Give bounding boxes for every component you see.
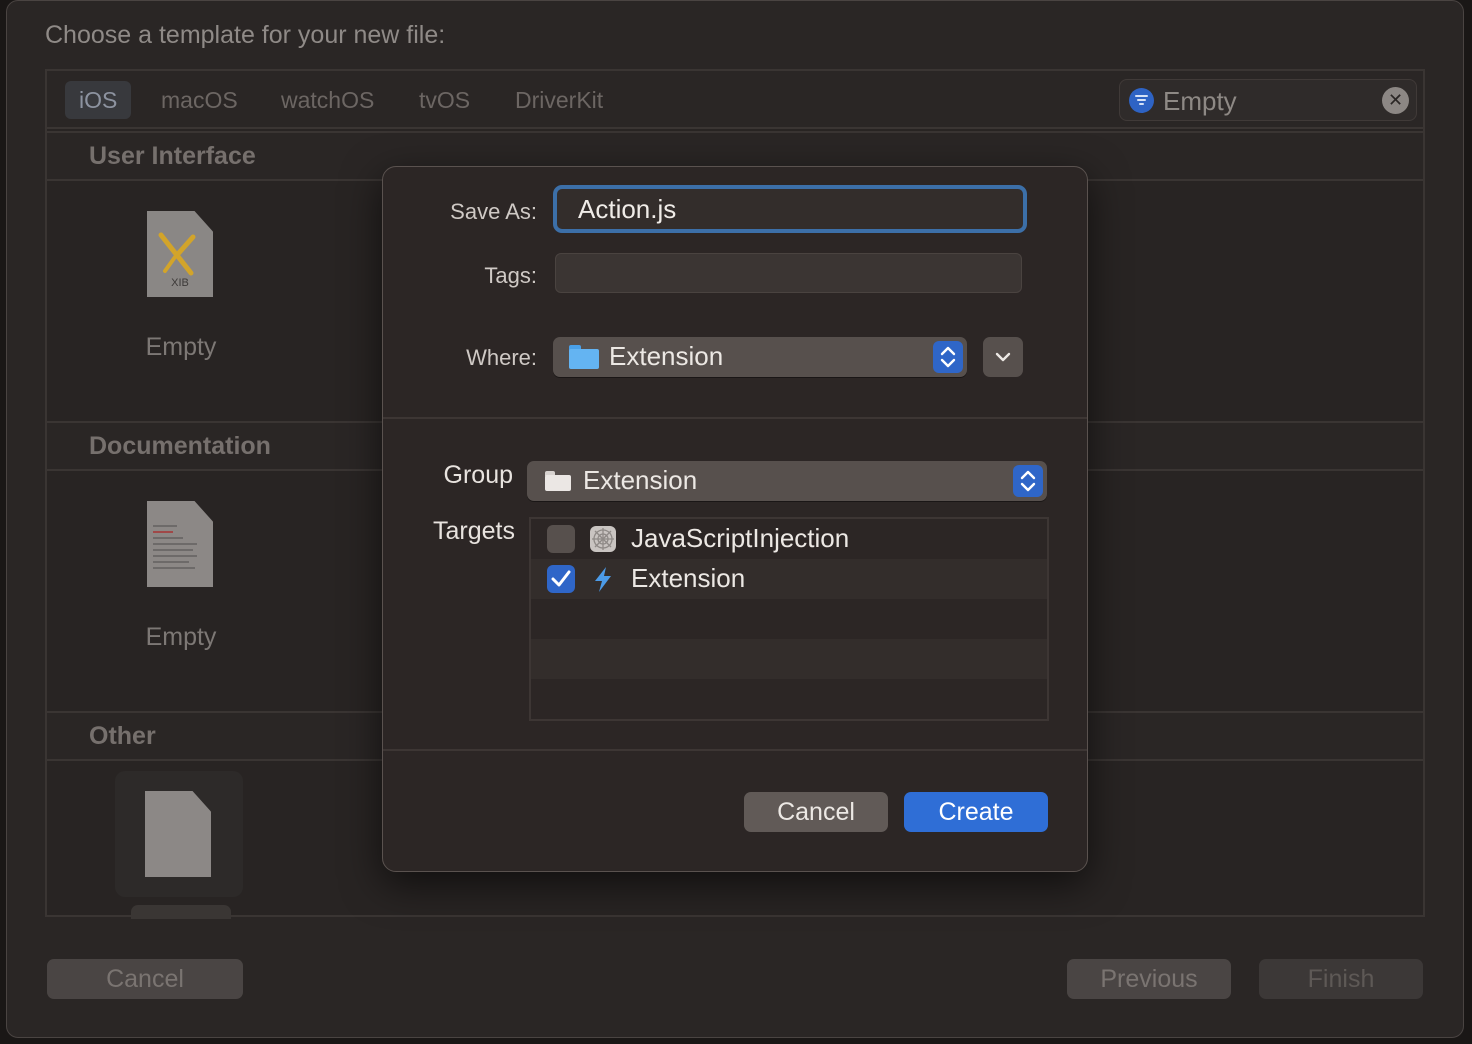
tab-macos[interactable]: macOS: [147, 81, 252, 119]
xib-file-icon: XIB: [147, 211, 213, 297]
empty-row: [531, 599, 1047, 639]
tab-tvos[interactable]: tvOS: [405, 81, 484, 119]
divider: [383, 749, 1087, 751]
tab-ios[interactable]: iOS: [65, 81, 132, 119]
filter-field[interactable]: Empty ✕: [1119, 79, 1417, 121]
expand-browser-button[interactable]: [983, 337, 1023, 377]
cancel-button[interactable]: Cancel: [47, 959, 243, 999]
document-file-icon: [147, 501, 213, 587]
tags-label: Tags:: [484, 263, 537, 288]
template-label-selected: [131, 905, 231, 919]
finish-button[interactable]: Finish: [1259, 959, 1423, 999]
targets-label: Targets: [433, 517, 515, 545]
template-ui-empty[interactable]: XIB Empty: [117, 201, 245, 371]
tab-driverkit[interactable]: DriverKit: [501, 81, 617, 119]
popup-stepper-icon: [933, 341, 963, 373]
where-label: Where:: [466, 345, 537, 370]
tab-watchos[interactable]: watchOS: [267, 81, 388, 119]
extension-bolt-icon: [589, 565, 617, 593]
app-target-icon: [589, 525, 617, 553]
folder-icon: [569, 345, 599, 369]
template-doc-empty[interactable]: Empty: [117, 491, 245, 661]
where-value: Extension: [609, 341, 724, 371]
target-row[interactable]: JavaScriptInjection: [531, 519, 1047, 559]
blank-file-icon: [145, 791, 211, 877]
template-label: Empty: [145, 623, 217, 651]
create-button[interactable]: Create: [904, 792, 1048, 832]
save-as-input[interactable]: [557, 189, 1023, 229]
window-title: Choose a template for your new file:: [45, 21, 446, 49]
group-folder-icon: [545, 471, 571, 491]
target-name: Extension: [631, 563, 746, 593]
target-name: JavaScriptInjection: [631, 523, 850, 553]
group-label: Group: [443, 461, 513, 489]
clear-filter-icon[interactable]: ✕: [1382, 87, 1409, 114]
popup-stepper-icon: [1013, 465, 1043, 497]
save-as-label: Save As:: [450, 199, 537, 224]
tags-field-wrapper: [555, 253, 1022, 293]
filter-value: Empty: [1163, 86, 1237, 116]
checkmark-icon: [551, 570, 571, 587]
target-checkbox-checked[interactable]: [547, 565, 575, 593]
target-checkbox[interactable]: [547, 525, 575, 553]
platform-tab-bar: iOS macOS watchOS tvOS DriverKit Empty ✕: [47, 71, 1423, 129]
chevron-down-icon: [995, 352, 1011, 362]
filter-icon: [1129, 88, 1154, 113]
target-row[interactable]: Extension: [531, 559, 1047, 599]
tags-input[interactable]: [556, 254, 1021, 292]
group-popup[interactable]: Extension: [527, 461, 1047, 501]
where-popup[interactable]: Extension: [553, 337, 967, 377]
empty-row: [531, 639, 1047, 679]
targets-list: JavaScriptInjection Extension: [529, 517, 1049, 721]
group-value: Extension: [583, 465, 698, 495]
template-label: Empty: [145, 333, 217, 361]
empty-row: [531, 679, 1047, 719]
divider: [383, 417, 1087, 419]
save-as-field-wrapper: [553, 185, 1027, 233]
previous-button[interactable]: Previous: [1067, 959, 1231, 999]
template-other-empty[interactable]: [115, 771, 243, 897]
save-dialog: Save As: Tags: Where: Extension Group Ex…: [382, 166, 1088, 872]
dialog-cancel-button[interactable]: Cancel: [744, 792, 888, 832]
